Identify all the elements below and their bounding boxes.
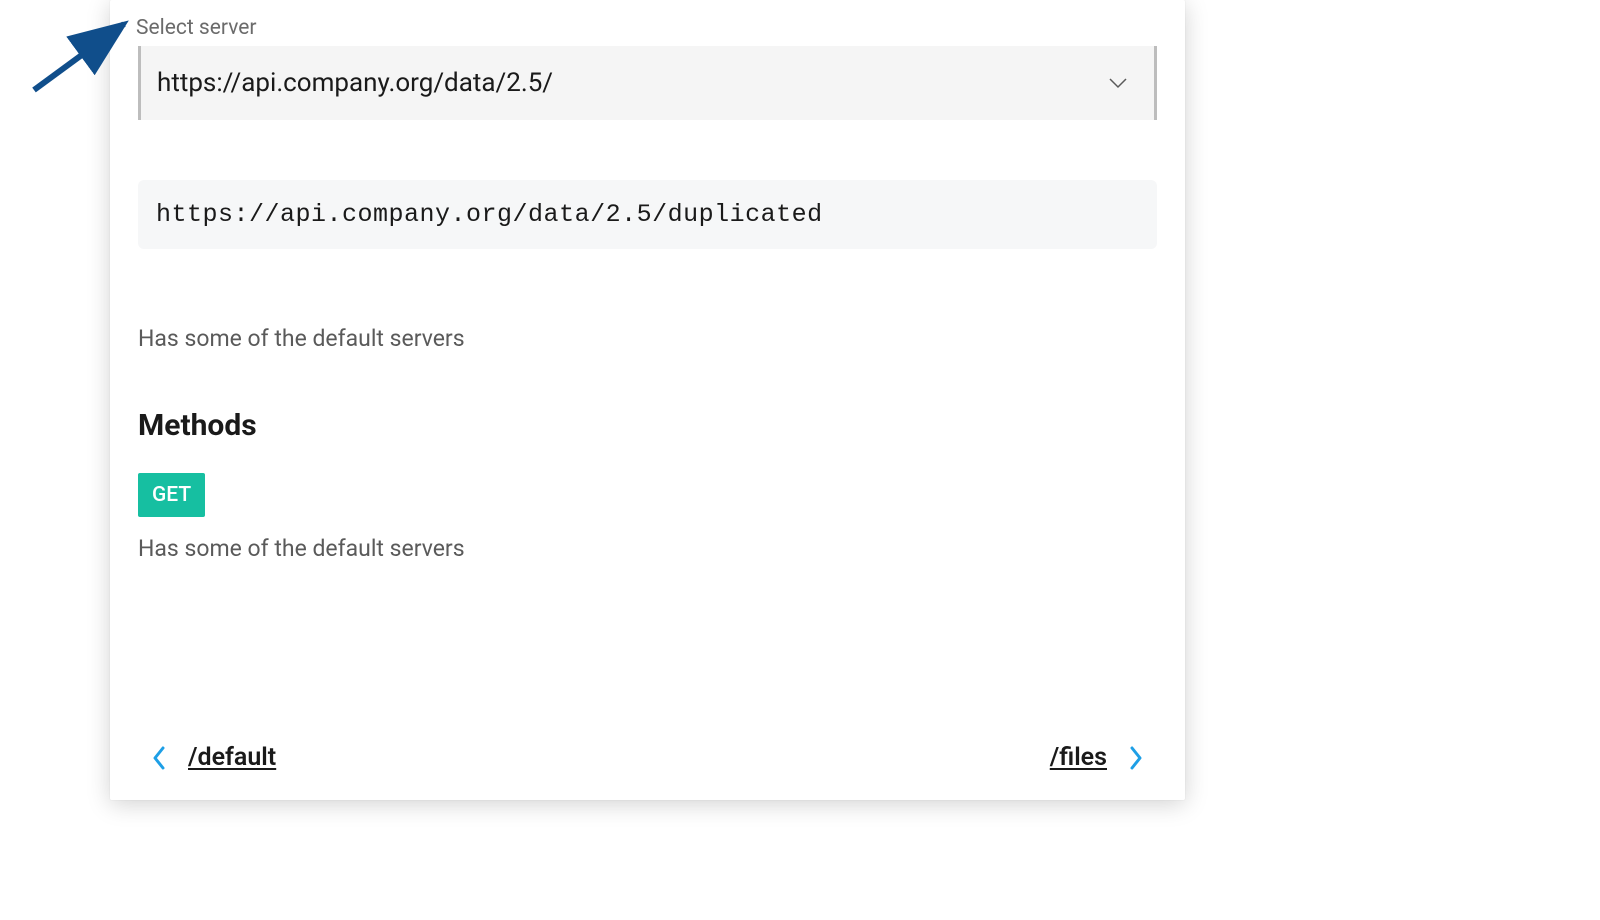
select-server-label: Select server [136,16,1157,40]
method-description: Has some of the default servers [138,535,1157,562]
resolved-url-text: https://api.company.org/data/2.5/duplica… [156,200,823,229]
chevron-right-icon [1127,744,1145,772]
server-select-value: https://api.company.org/data/2.5/ [157,68,1106,98]
server-select-dropdown[interactable]: https://api.company.org/data/2.5/ [138,46,1157,120]
http-method-badge[interactable]: GET [138,473,205,517]
chevron-down-icon [1106,71,1130,95]
methods-heading: Methods [138,408,1157,443]
resolved-url-box: https://api.company.org/data/2.5/duplica… [138,180,1157,249]
prev-link[interactable]: /default [150,743,276,772]
pagination-footer: /default /files [138,743,1157,772]
api-documentation-card: Select server https://api.company.org/da… [110,0,1185,800]
endpoint-description: Has some of the default servers [138,325,1157,352]
prev-link-text: /default [188,743,276,772]
next-link-text: /files [1050,743,1107,772]
chevron-left-icon [150,744,168,772]
next-link[interactable]: /files [1050,743,1145,772]
method-item: GET Has some of the default servers [138,473,1157,562]
